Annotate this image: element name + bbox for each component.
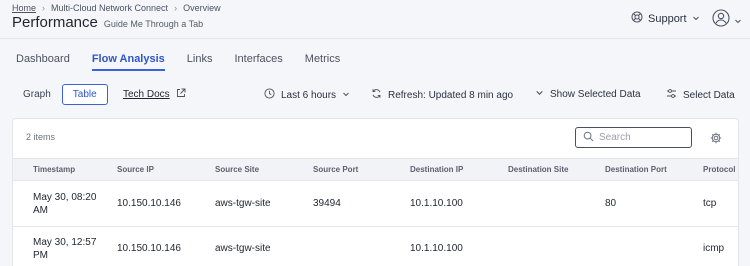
tab-dashboard[interactable]: Dashboard [16,53,70,71]
search-input[interactable] [599,132,684,143]
column-header-source-site[interactable]: Source Site [215,165,259,174]
user-menu[interactable] [712,9,742,32]
tab-bar: Dashboard Flow Analysis Links Interfaces… [16,53,362,71]
graph-view-button[interactable]: Graph [12,84,62,105]
breadcrumb-section: Multi-Cloud Network Connect [51,3,169,13]
clock-icon [264,88,275,102]
chevron-right-icon: › [174,3,178,13]
select-data-label: Select Data [683,89,735,101]
breadcrumb-home-link[interactable]: Home [12,3,36,13]
cell-destination-ip: 10.1.10.100 [410,198,463,209]
item-count: 2 items [26,132,56,142]
column-header-destination-ip[interactable]: Destination IP [410,165,463,174]
column-header-timestamp[interactable]: Timestamp [33,165,75,174]
support-menu[interactable]: Support [631,11,700,26]
cell-source-site: aws-tgw-site [215,243,271,254]
select-data-button[interactable]: Select Data [666,88,735,102]
tab-interfaces[interactable]: Interfaces [234,53,282,71]
cell-timestamp: May 30, 12:57 PM [33,237,97,261]
page-title: Performance [12,14,98,31]
external-link-icon [176,88,186,101]
tech-docs-link[interactable]: Tech Docs [123,88,186,101]
cell-protocol: tcp [703,198,717,209]
show-selected-data-dropdown[interactable]: Show Selected Data [535,88,641,100]
search-box [575,127,692,148]
cell-source-port: 39494 [313,198,341,209]
row-divider [13,226,738,227]
gear-icon[interactable] [710,131,722,149]
page-header: Performance Guide Me Through a Tab [12,14,203,31]
refresh-icon [371,88,382,102]
cell-protocol: icmp [703,243,725,254]
cell-source-ip: 10.150.10.146 [117,243,181,254]
chevron-down-icon [535,88,544,100]
tab-links[interactable]: Links [187,53,213,71]
cell-destination-port: 80 [605,198,617,209]
breadcrumb-current: Overview [183,3,221,13]
user-avatar-icon [712,9,730,32]
tech-docs-label: Tech Docs [123,89,170,100]
column-header-source-ip[interactable]: Source IP [117,165,154,174]
chevron-down-icon [342,90,350,101]
view-toggle: Graph Table [12,84,108,105]
search-icon [583,129,594,147]
tab-flow-analysis[interactable]: Flow Analysis [91,53,165,71]
sliders-icon [666,88,677,102]
chevron-right-icon: › [42,3,46,13]
chevron-down-icon [734,12,742,30]
cell-timestamp: May 30, 08:20 AM [33,192,97,216]
chevron-down-icon [692,13,700,25]
guide-me-link[interactable]: Guide Me Through a Tab [104,19,203,29]
support-label: Support [648,12,687,25]
lifebuoy-icon [631,11,643,26]
refresh-button[interactable]: Refresh: Updated 8 min ago [371,88,513,102]
table-view-button[interactable]: Table [61,84,108,105]
column-header-source-port[interactable]: Source Port [313,165,358,174]
refresh-label: Refresh: Updated 8 min ago [388,89,514,101]
tab-metrics[interactable]: Metrics [305,53,340,71]
cell-source-site: aws-tgw-site [215,198,271,209]
cell-destination-ip: 10.1.10.100 [410,243,463,254]
header-divider [0,38,750,39]
column-header-protocol[interactable]: Protocol [703,165,735,174]
show-selected-data-label: Show Selected Data [550,88,641,100]
time-range-label: Last 6 hours [281,89,337,101]
time-range-dropdown[interactable]: Last 6 hours [264,88,350,102]
breadcrumb: Home › Multi-Cloud Network Connect › Ove… [12,3,221,13]
column-header-destination-port[interactable]: Destination Port [605,165,667,174]
cell-source-ip: 10.150.10.146 [117,198,181,209]
column-header-destination-site[interactable]: Destination Site [508,165,568,174]
